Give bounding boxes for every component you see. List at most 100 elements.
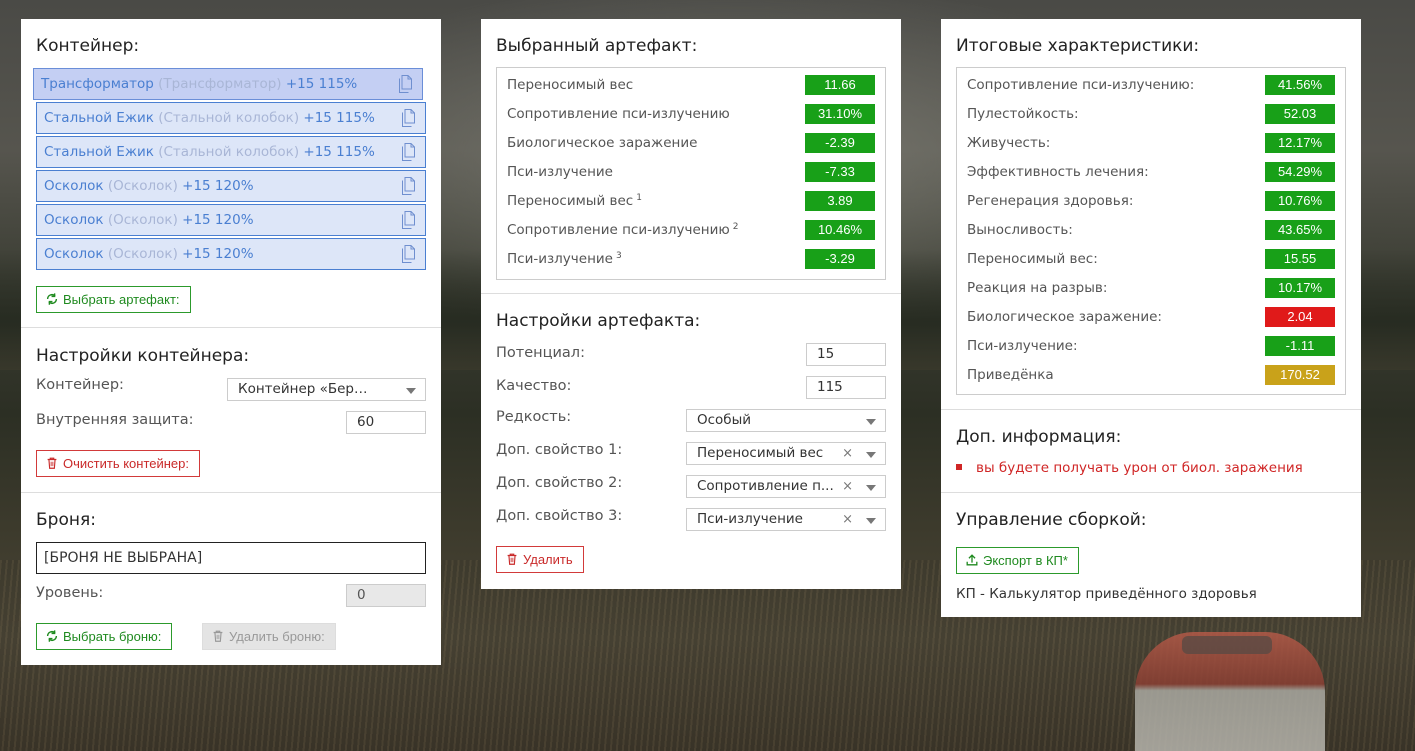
refresh-icon [46,630,58,642]
internal-protection-input[interactable]: 60 [346,411,426,434]
totals-panel: Итоговые характеристики: Сопротивление п… [941,19,1361,617]
trash-icon [213,630,223,642]
extra-property-2-value: Сопротивление п... [697,478,834,494]
clear-container-label: Очистить контейнер: [63,456,189,471]
choose-armor-button[interactable]: Выбрать броню: [36,623,173,650]
stat-row: Биологическое заражение -2.39 [497,129,885,158]
bullet-icon [956,464,962,470]
stat-value: 170.52 [1265,365,1335,385]
stat-value: -2.39 [805,133,875,153]
divider [941,409,1361,410]
armor-title: Броня: [36,510,96,530]
extra-property-2-label: Доп. свойство 2: [496,475,623,491]
info-title: Доп. информация: [956,427,1122,447]
stat-value: 10.17% [1265,278,1335,298]
copy-icon[interactable] [401,244,417,264]
slot-name: Стальной Ежик [44,144,154,160]
choose-artifact-button[interactable]: Выбрать артефакт: [36,286,191,313]
extra-property-1-select[interactable]: Переносимый вес × [686,442,886,465]
artifact-slot[interactable]: Стальной Ежик (Стальной колобок) +15 115… [36,102,426,134]
potential-label: Потенциал: [496,345,585,361]
stat-value: 31.10% [805,104,875,124]
artifact-slot[interactable]: Трансформатор (Трансформатор) +15 115% [33,68,423,100]
slot-alt-name: (Осколок) [107,246,178,262]
stat-name: Пулестойкость: [967,106,1079,122]
totals-stats-table: Сопротивление пси-излучению: 41.56% Пулест… [956,67,1346,395]
artifact-slot[interactable]: Осколок (Осколок) +15 120% [36,170,426,202]
stat-value: 10.46% [805,220,875,240]
stat-row: Биологическое заражение: 2.04 [957,303,1345,332]
build-title: Управление сборкой: [956,510,1147,530]
stat-name: Сопротивление пси-излучению: [967,77,1195,93]
slot-name: Осколок [44,212,104,228]
container-type-label: Контейнер: [36,377,124,393]
stat-value: -1.11 [1265,336,1335,356]
extra-property-3-label: Доп. свойство 3: [496,508,623,524]
quality-input[interactable]: 115 [806,376,886,399]
artifact-slot[interactable]: Осколок (Осколок) +15 120% [36,238,426,270]
delete-artifact-button[interactable]: Удалить [496,546,584,573]
stat-name: Биологическое заражение: [967,309,1162,325]
stat-row: Выносливость: 43.65% [957,216,1345,245]
extra-property-1-label: Доп. свойство 1: [496,442,623,458]
artifact-slot[interactable]: Стальной Ежик (Стальной колобок) +15 115… [36,136,426,168]
chevron-down-icon [866,419,876,425]
artifact-slot[interactable]: Осколок (Осколок) +15 120% [36,204,426,236]
stat-name: Приведёнка [967,367,1054,383]
rarity-label: Редкость: [496,409,572,425]
clear-container-button[interactable]: Очистить контейнер: [36,450,200,477]
copy-icon[interactable] [401,210,417,230]
stat-footnote: 2 [732,222,739,232]
stat-value: -3.29 [805,249,875,269]
trash-icon [507,553,517,565]
extra-property-2-select[interactable]: Сопротивление п... × [686,475,886,498]
slot-alt-name: (Осколок) [107,212,178,228]
stat-name: Живучесть: [967,135,1051,151]
copy-icon[interactable] [401,142,417,162]
info-item: вы будете получать урон от биол. заражен… [956,460,1303,476]
delete-armor-label: Удалить броню: [229,629,325,644]
stat-row: Живучесть: 12.17% [957,129,1345,158]
container-type-select[interactable]: Контейнер «Берлога… [227,378,426,401]
slot-level: +15 115% [303,110,375,126]
clear-icon[interactable]: × [842,443,853,464]
armor-field[interactable]: [БРОНЯ НЕ ВЫБРАНА] [36,542,426,574]
rarity-value: Особый [697,412,752,428]
stat-value: 2.04 [1265,307,1335,327]
stat-value: 52.03 [1265,104,1335,124]
stat-row: Сопротивление пси-излучению: 41.56% [957,71,1345,100]
potential-input[interactable]: 15 [806,343,886,366]
copy-icon[interactable] [398,74,414,94]
quality-label: Качество: [496,378,572,394]
divider [481,293,901,294]
stat-row: Переносимый вес 11.66 [497,71,885,100]
choose-artifact-label: Выбрать артефакт: [63,292,180,307]
stat-value: 15.55 [1265,249,1335,269]
extra-property-1-value: Переносимый вес [697,445,824,461]
stat-row: Сопротивление пси-излучению 31.10% [497,100,885,129]
slot-alt-name: (Трансформатор) [158,76,282,92]
stat-name: Реакция на разрыв: [967,280,1108,296]
stat-row: Регенерация здоровья: 10.76% [957,187,1345,216]
stat-footnote: 3 [615,251,622,261]
stat-row: Сопротивление пси-излучению 2 10.46% [497,216,885,245]
export-button[interactable]: Экспорт в КП* [956,547,1079,574]
rarity-select[interactable]: Особый [686,409,886,432]
stat-row: Переносимый вес: 15.55 [957,245,1345,274]
stat-row: Пси-излучение -7.33 [497,158,885,187]
slot-name: Осколок [44,178,104,194]
stat-name: Сопротивление пси-излучению [507,106,730,122]
stat-row: Эффективность лечения: 54.29% [957,158,1345,187]
clear-icon[interactable]: × [842,509,853,530]
extra-property-3-select[interactable]: Пси-излучение × [686,508,886,531]
copy-icon[interactable] [401,176,417,196]
chevron-down-icon [866,485,876,491]
copy-icon[interactable] [401,108,417,128]
stat-name: Регенерация здоровья: [967,193,1134,209]
stat-row: Пси-излучение 3 -3.29 [497,245,885,274]
clear-icon[interactable]: × [842,476,853,497]
stat-row: Переносимый вес 1 3.89 [497,187,885,216]
stat-name: Пси-излучение [507,164,613,180]
delete-armor-button: Удалить броню: [202,623,336,650]
armor-level-label: Уровень: [36,585,104,601]
